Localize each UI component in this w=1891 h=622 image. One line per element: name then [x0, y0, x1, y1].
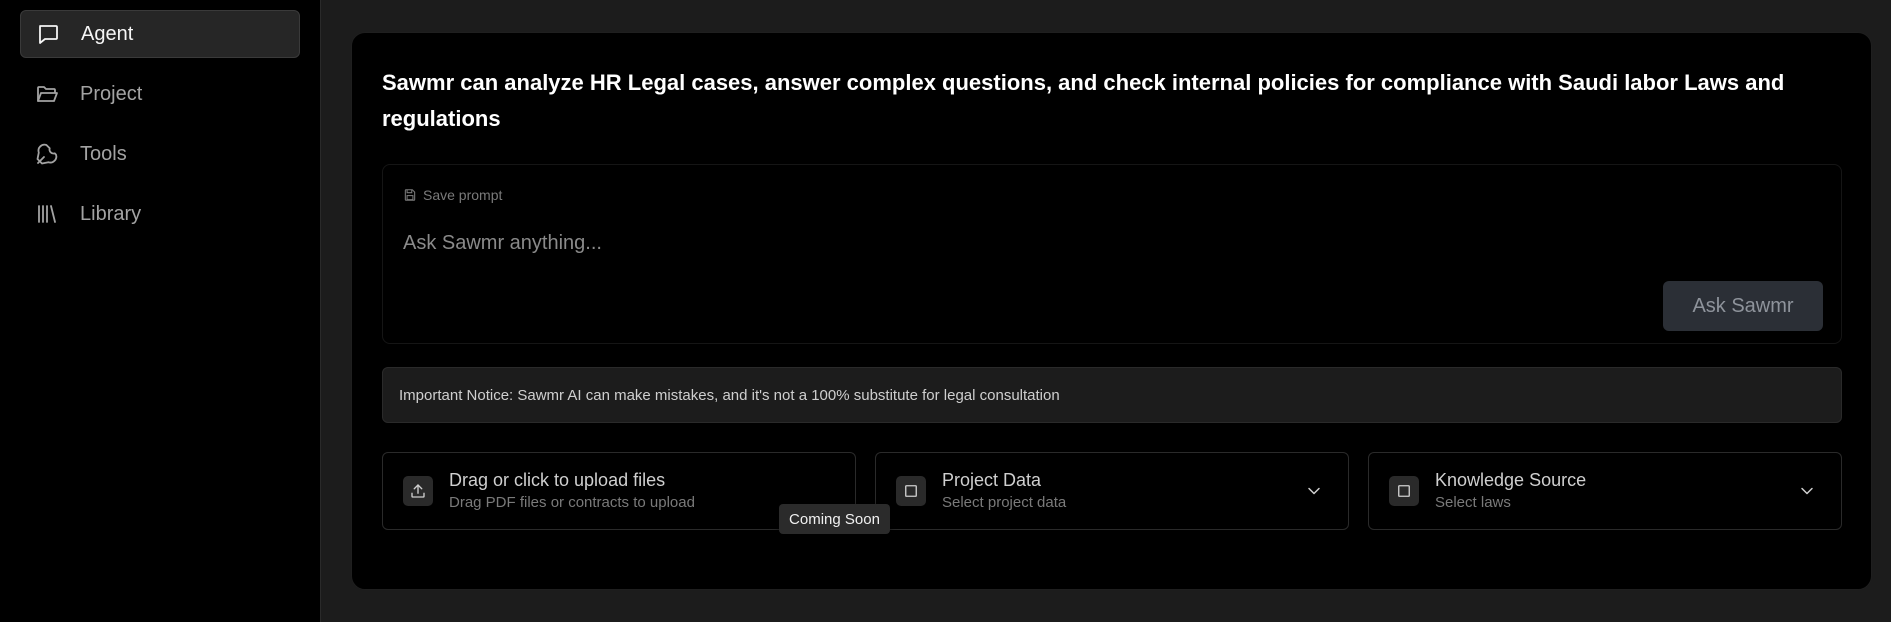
page-title: Sawmr can analyze HR Legal cases, answer…	[382, 70, 1785, 131]
upload-icon	[403, 476, 433, 506]
sidebar-item-tools[interactable]: Tools	[20, 130, 300, 178]
project-data-title: Project Data	[942, 470, 1042, 490]
save-prompt-button[interactable]: Save prompt	[403, 187, 502, 203]
chevron-down-icon	[1304, 481, 1324, 501]
ask-sawmr-button[interactable]: Ask Sawmr	[1663, 281, 1823, 331]
sidebar-item-library[interactable]: Library	[20, 190, 300, 238]
checkbox-icon	[1389, 476, 1419, 506]
sidebar-item-label: Tools	[80, 142, 127, 165]
knowledge-source-subtitle: Select laws	[1435, 494, 1511, 511]
knowledge-source-title: Knowledge Source	[1435, 470, 1587, 490]
upload-title: Drag or click to upload files	[449, 470, 666, 490]
important-notice: Important Notice: Sawmr AI can make mist…	[382, 367, 1842, 423]
project-data-select[interactable]: Project Data Select project data	[875, 452, 1349, 530]
checkbox-icon	[896, 476, 926, 506]
folder-open-icon	[34, 81, 60, 107]
prompt-box: Save prompt Ask Sawmr	[382, 164, 1842, 344]
knowledge-source-select[interactable]: Knowledge Source Select laws	[1368, 452, 1842, 530]
wrench-icon	[34, 141, 60, 167]
main-content: Sawmr can analyze HR Legal cases, answer…	[320, 0, 1891, 622]
sidebar-item-label: Project	[80, 82, 143, 105]
library-icon	[34, 201, 60, 227]
save-prompt-label: Save prompt	[423, 187, 503, 203]
sidebar-item-project[interactable]: Project	[20, 70, 300, 118]
upload-subtitle: Drag PDF files or contracts to upload	[449, 494, 695, 511]
save-icon	[404, 189, 416, 201]
project-data-subtitle: Select project data	[942, 494, 1067, 511]
sidebar: Agent Project Tools Library	[0, 0, 320, 622]
sidebar-item-agent[interactable]: Agent	[20, 10, 300, 58]
message-square-icon	[35, 21, 61, 47]
notice-text: Important Notice: Sawmr AI can make mist…	[399, 386, 1060, 404]
sidebar-item-label: Library	[80, 202, 142, 225]
coming-soon-tooltip: Coming Soon	[779, 504, 890, 534]
sidebar-item-label: Agent	[81, 22, 134, 45]
agent-card: Sawmr can analyze HR Legal cases, answer…	[351, 32, 1872, 590]
chevron-down-icon	[1797, 481, 1817, 501]
prompt-input[interactable]	[403, 223, 1703, 263]
